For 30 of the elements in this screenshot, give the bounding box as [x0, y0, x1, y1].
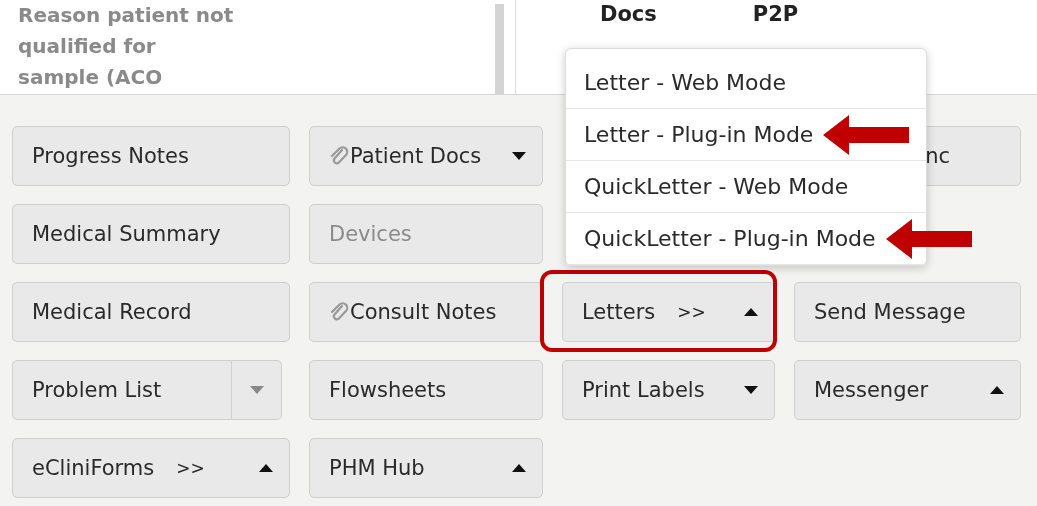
column-header: Docs	[600, 2, 657, 28]
action-button[interactable]: Medical Record	[12, 282, 290, 342]
menu-item[interactable]: QuickLetter - Web Mode	[584, 174, 849, 199]
caret-down-icon	[744, 386, 758, 394]
action-button[interactable]: Medical Summary	[12, 204, 290, 264]
action-button[interactable]: eCliniForms >>	[12, 438, 290, 498]
action-button[interactable]: Patient Docs	[309, 126, 543, 186]
caret-up-icon	[990, 386, 1004, 394]
menu-item[interactable]: Letter - Web Mode	[584, 70, 787, 95]
reason-text: Reason patient not qualified for sample (ACO	[18, 2, 235, 91]
dropdown-toggle[interactable]	[232, 360, 282, 420]
action-button[interactable]: Letters >>	[562, 282, 775, 342]
caret-up-icon	[512, 464, 526, 472]
caret-down-icon	[512, 152, 526, 160]
caret-down-icon	[249, 386, 264, 394]
action-button[interactable]: Progress Notes	[12, 126, 290, 186]
action-button[interactable]: PHM Hub	[309, 438, 543, 498]
split-button[interactable]: Problem List	[12, 360, 232, 420]
action-button[interactable]: Print Labels	[562, 360, 775, 420]
menu-item[interactable]: QuickLetter - Plug-in Mode	[584, 226, 876, 251]
column-header: P2P	[752, 2, 799, 28]
action-button[interactable]: Flowsheets	[309, 360, 543, 420]
action-button[interactable]: Consult Notes	[309, 282, 543, 342]
action-button[interactable]: Messenger	[794, 360, 1021, 420]
action-button[interactable]: Send Message	[794, 282, 1021, 342]
paperclip-icon	[329, 145, 349, 167]
caret-up-icon	[259, 464, 273, 472]
menu-item[interactable]: Letter - Plug-in Mode	[584, 122, 814, 147]
paperclip-icon	[329, 301, 349, 323]
caret-up-icon	[744, 308, 758, 316]
